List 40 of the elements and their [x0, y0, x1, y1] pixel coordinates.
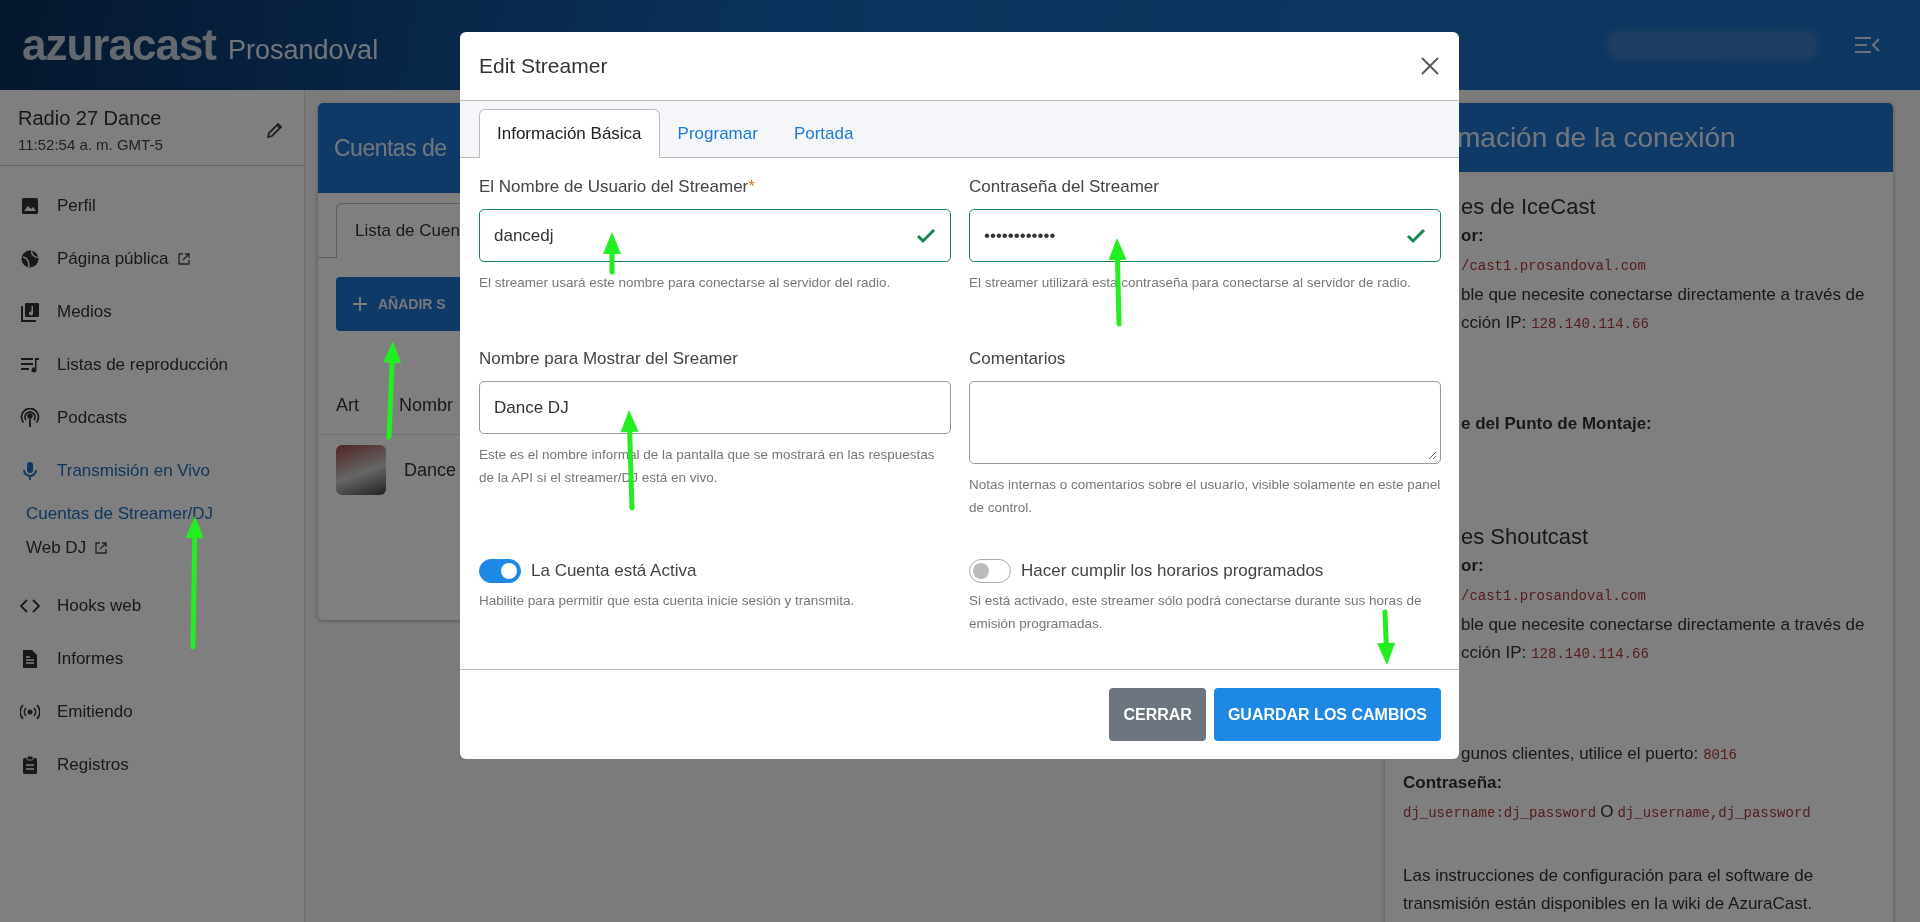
field-label: or: — [1461, 556, 1484, 575]
section-heading: es Shoutcast — [1461, 524, 1589, 549]
code-text: dj_username,dj_password — [1617, 805, 1811, 821]
card-title: mación de la conexión — [1456, 121, 1736, 154]
info-text: cción IP: — [1461, 313, 1527, 332]
help-text: Notas internas o comentarios sobre el usuario, visible solamente en este panel de control. — [969, 476, 1441, 517]
info-text: gunos clientes, utilice el puerto: — [1461, 744, 1699, 763]
code-text: 128.140.114.66 — [1531, 646, 1649, 662]
field-label: Contraseña: — [1403, 773, 1503, 792]
code-text: 128.140.114.66 — [1531, 316, 1649, 332]
card-title: Cuentas de — [334, 134, 447, 162]
field-label: Nombre para Mostrar del Sreamer — [479, 349, 739, 369]
help-text: Si está activado, este streamer sólo podrá conectarse durante sus horas de emisión programadas. — [969, 592, 1423, 633]
column-header: Art — [336, 395, 359, 416]
field-label: Contraseña del Streamer — [969, 177, 1160, 197]
help-text: El streamer usará este nombre para conectarse al servidor del radio. — [479, 274, 892, 292]
separator-text: O — [1600, 802, 1614, 821]
info-text: cción IP: — [1461, 643, 1527, 662]
organization-name: Prosandoval — [228, 34, 379, 66]
section-heading: es de IceCast — [1461, 194, 1596, 219]
code-text: /cast1.prosandoval.com — [1461, 588, 1646, 604]
field-label: e del Punto de Montaje: — [1461, 414, 1652, 433]
toggle-label: Hacer cumplir los horarios programados — [1021, 561, 1324, 581]
station-name: Radio 27 Dance — [18, 106, 163, 130]
field-label: or: — [1461, 226, 1484, 245]
info-text: Las instrucciones de configuración para el software de — [1403, 866, 1814, 885]
info-text: ble que necesite conectarse directamente a través de — [1461, 285, 1865, 304]
info-text: transmisión están disponibles en la wiki de AzuraCast. — [1403, 894, 1813, 913]
field-label: Comentarios — [969, 349, 1067, 369]
code-text: /cast1.prosandoval.com — [1461, 258, 1646, 274]
field-label: El Nombre de Usuario del Streamer* — [479, 177, 756, 197]
toggle-label: La Cuenta está Activa — [531, 561, 697, 581]
station-time: 11:52:54 a. m. GMT-5 — [18, 135, 163, 153]
dialog-title: Edit Streamer — [479, 54, 608, 78]
code-text: dj_username:dj_password — [1403, 805, 1597, 821]
code-text: 8016 — [1703, 747, 1737, 763]
column-header: Nombr — [399, 395, 454, 416]
table-cell: Dance — [404, 459, 457, 481]
info-text: ble que necesite conectarse directamente a través de — [1461, 615, 1865, 634]
help-text: Habilite para permitir que esta cuenta inicie sesión y transmita. — [479, 592, 856, 610]
